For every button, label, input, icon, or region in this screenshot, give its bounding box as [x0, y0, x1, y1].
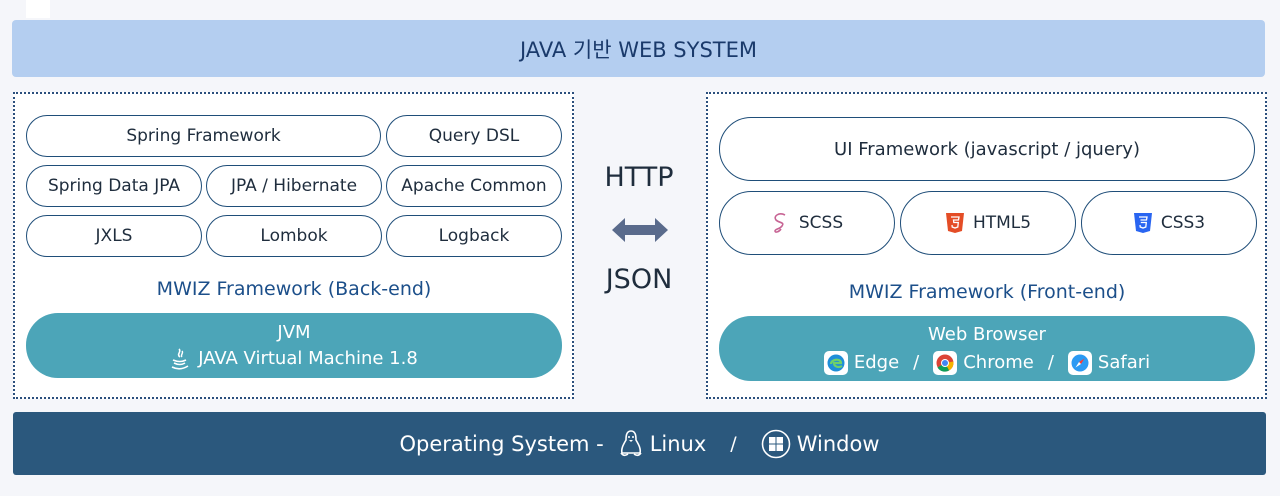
browser-label: Edge: [853, 351, 900, 373]
component-label: Spring Data JPA: [47, 176, 181, 196]
component-html5: HTML5: [900, 191, 1076, 255]
os-window: Window: [761, 429, 880, 459]
separator: /: [1047, 351, 1054, 373]
component-css3: CSS3: [1081, 191, 1257, 255]
backend-framework-label: MWIZ Framework (Back-end): [156, 278, 432, 300]
component-spring-framework: Spring Framework: [26, 115, 381, 157]
component-ui-framework: UI Framework (javascript / jquery): [719, 117, 1255, 181]
component-label: Query DSL: [428, 126, 520, 146]
component-label: Spring Framework: [126, 126, 281, 146]
linux-penguin-icon: [618, 429, 644, 459]
browser-label: Safari: [1097, 351, 1151, 373]
os-label: Window: [796, 431, 880, 456]
edge-icon: [823, 350, 848, 375]
separator: /: [913, 351, 920, 373]
component-label: SCSS: [798, 213, 844, 233]
component-label: CSS3: [1160, 213, 1206, 233]
component-query-dsl: Query DSL: [386, 115, 562, 157]
jvm-block: JVM JAVA Virtual Machine 1.8: [26, 313, 562, 378]
html5-icon: [945, 212, 965, 234]
component-label: Apache Common: [401, 176, 547, 196]
chrome-icon: [933, 350, 958, 375]
protocol-http: HTTP: [604, 162, 674, 193]
component-label: JXLS: [95, 226, 133, 246]
corner-tab: [26, 0, 50, 18]
browser-title: Web Browser: [928, 323, 1046, 345]
frontend-framework-label: MWIZ Framework (Front-end): [848, 281, 1126, 303]
system-title: JAVA 기반 WEB SYSTEM: [519, 37, 758, 62]
sass-icon: [771, 212, 791, 234]
protocol-json: JSON: [605, 264, 673, 295]
component-label: HTML5: [972, 213, 1032, 233]
component-jpa-hibernate: JPA / Hibernate: [206, 165, 382, 207]
component-label: Lombok: [260, 226, 328, 246]
java-icon: [170, 347, 190, 371]
browser-safari: Safari: [1067, 350, 1151, 376]
component-apache-common: Apache Common: [386, 165, 562, 207]
component-lombok: Lombok: [206, 215, 382, 257]
separator: /: [730, 432, 737, 455]
css3-icon: [1133, 212, 1153, 234]
component-scss: SCSS: [719, 191, 895, 255]
browser-label: Chrome: [963, 351, 1034, 373]
os-prefix: Operating System -: [399, 431, 604, 456]
bidirectional-arrow-icon: [612, 216, 668, 248]
browser-edge: Edge: [823, 350, 900, 376]
component-spring-data-jpa: Spring Data JPA: [26, 165, 202, 207]
os-label: Linux: [649, 431, 707, 456]
component-label: UI Framework (javascript / jquery): [834, 138, 1140, 160]
component-jxls: JXLS: [26, 215, 202, 257]
jvm-title: JVM: [277, 321, 311, 343]
os-linux: Linux: [618, 429, 707, 459]
browser-chrome: Chrome: [933, 350, 1034, 376]
jvm-subtitle: JAVA Virtual Machine 1.8: [198, 347, 418, 369]
safari-icon: [1067, 350, 1092, 375]
component-logback: Logback: [386, 215, 562, 257]
component-label: JPA / Hibernate: [230, 176, 358, 196]
system-title-banner: JAVA 기반 WEB SYSTEM: [12, 20, 1265, 77]
operating-system-bar: Operating System - Linux / Window: [13, 412, 1266, 475]
web-browser-block: Web Browser Edge / Chrome / Safari: [719, 316, 1255, 381]
windows-logo-icon: [761, 429, 791, 459]
component-label: Logback: [438, 226, 510, 246]
